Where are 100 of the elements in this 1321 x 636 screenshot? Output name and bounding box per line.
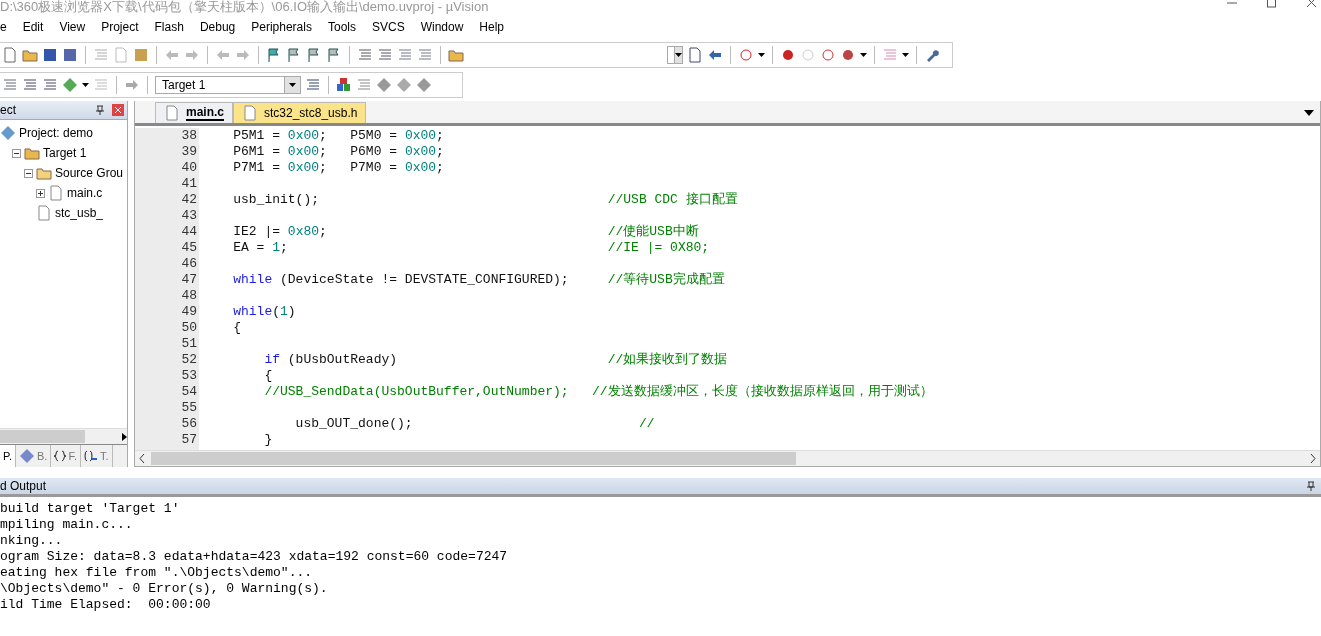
line-number: 50 — [180, 320, 197, 336]
minimize-icon[interactable] — [1227, 0, 1237, 6]
expand-icon[interactable] — [36, 188, 45, 198]
tree-item[interactable]: Project: demo — [19, 126, 94, 140]
line-number: 57 — [180, 432, 197, 448]
menu-item[interactable]: Peripherals — [243, 20, 320, 34]
line-number: 43 — [180, 208, 197, 224]
window-title: D:\360极速浏览器X下载\代码包（擎天柱版本）\06.IO输入输出\demo.uvproj - µVision — [0, 0, 489, 14]
tree-item[interactable]: stc_usb_ — [55, 206, 104, 220]
code-line: P6M1 = 0x00; P6M0 = 0x00; — [232, 144, 445, 160]
menu-item[interactable]: Debug — [191, 20, 244, 34]
boxes-icon[interactable] — [336, 77, 352, 93]
panel-title: ect — [0, 103, 16, 117]
search-combo[interactable] — [667, 46, 683, 64]
line-number: 46 — [180, 256, 197, 272]
code-line: while (DeviceState != DEVSTATE_CONFIGURED); //等待USB完成配置 — [232, 272, 726, 288]
line-number: 41 — [180, 176, 197, 192]
panel-tab[interactable]: B. — [16, 445, 52, 467]
file-icon[interactable] — [164, 105, 180, 121]
line-number: 39 — [180, 144, 197, 160]
diamond-icon[interactable] — [376, 77, 392, 93]
copy-icon[interactable] — [113, 47, 129, 63]
output-line: ild Time Elapsed: 00:00:00 — [0, 597, 212, 613]
editor-tab[interactable]: stc32_stc8_usb.h — [233, 102, 367, 123]
horizontal-scrollbar[interactable] — [0, 428, 127, 444]
outdent-icon[interactable] — [377, 47, 393, 63]
forward-arrow-icon[interactable] — [235, 47, 251, 63]
file-icon[interactable] — [242, 105, 258, 121]
file-icon[interactable] — [36, 205, 52, 221]
code-line: //USB_SendData(UsbOutBuffer,OutNumber); //发送数据缓冲区，长度（接收数据原样返回，用于测试） — [263, 384, 934, 400]
flag-icon[interactable] — [326, 47, 342, 63]
pin-icon[interactable] — [1307, 481, 1315, 491]
collapse-icon[interactable] — [24, 168, 33, 178]
line-number: 48 — [180, 288, 197, 304]
line-number: 54 — [180, 384, 197, 400]
caret-icon — [902, 53, 909, 57]
pin-icon[interactable] — [96, 105, 104, 115]
output-line: mpiling main.c... — [0, 517, 134, 533]
line-number: 45 — [180, 240, 197, 256]
menu-item[interactable]: Help — [471, 20, 513, 34]
code-line: if (bUsbOutReady) //如果接收到了数据 — [263, 352, 729, 368]
code-line: usb_init(); //USB CDC 接口配置 — [232, 192, 739, 208]
collapse-icon[interactable] — [12, 148, 21, 158]
diamond-icon[interactable] — [396, 77, 412, 93]
diamond-icon[interactable] — [416, 77, 432, 93]
menu-item[interactable]: View — [51, 20, 94, 34]
open-folder-icon[interactable] — [22, 47, 38, 63]
code-line: while(1) — [232, 304, 297, 320]
close-icon — [115, 107, 121, 113]
output-line: eating hex file from ".\Objects\demo"... — [0, 565, 314, 581]
redo-icon[interactable] — [184, 47, 200, 63]
panel-tab[interactable]: T. — [80, 445, 113, 467]
menu-item[interactable]: Window — [412, 20, 472, 34]
line-number: 49 — [180, 304, 197, 320]
tree-item[interactable]: Source Grou — [55, 166, 124, 180]
flag-icon[interactable] — [306, 47, 322, 63]
breakpoint-icon[interactable] — [780, 47, 796, 63]
output-line: nking... — [0, 533, 64, 549]
close-button[interactable] — [112, 104, 124, 116]
restore-icon[interactable] — [1267, 0, 1277, 8]
tree-item[interactable]: main.c — [67, 186, 103, 200]
breakpoint-icon[interactable] — [820, 47, 836, 63]
panel-title: d Output — [0, 479, 47, 493]
code-line: usb_OUT_done(); // — [294, 416, 656, 432]
menu-item[interactable]: e — [0, 20, 15, 34]
menu-item[interactable]: Tools — [319, 20, 364, 34]
panel-tab[interactable]: P. — [0, 445, 16, 467]
right-arrow-icon[interactable] — [122, 432, 127, 441]
tree-item[interactable]: Target 1 — [43, 146, 87, 160]
close-icon[interactable] — [1307, 0, 1317, 8]
line-number: 38 — [180, 128, 197, 144]
line-number: 40 — [180, 160, 197, 176]
indent-icon[interactable] — [357, 47, 373, 63]
flag-icon[interactable] — [286, 47, 302, 63]
document-icon[interactable] — [687, 47, 703, 63]
menu-item[interactable]: Flash — [146, 20, 192, 34]
code-line: P5M1 = 0x00; P5M0 = 0x00; — [232, 128, 445, 144]
caret-icon — [860, 53, 867, 57]
code-line: EA = 1; //IE |= 0X80; — [232, 240, 711, 256]
line-number: 56 — [180, 416, 197, 432]
caret-icon — [289, 83, 296, 87]
target-select[interactable]: Target 1 — [155, 76, 301, 94]
caret-icon[interactable] — [1304, 110, 1314, 116]
horizontal-scrollbar[interactable] — [135, 450, 1320, 466]
code-line: P7M1 = 0x00; P7M0 = 0x00; — [232, 160, 445, 176]
braces-icon — [54, 450, 67, 462]
caret-icon — [82, 83, 89, 87]
line-number: 44 — [180, 224, 197, 240]
line-number: 42 — [180, 192, 197, 208]
panel-tab[interactable]: F. — [51, 445, 81, 467]
editor-tab[interactable]: main.c — [155, 102, 233, 123]
line-number: 53 — [180, 368, 197, 384]
flag-icon[interactable] — [266, 47, 282, 63]
breakpoint-icon[interactable] — [840, 47, 856, 63]
menu-item[interactable]: Project — [93, 20, 147, 34]
code-line: { — [263, 368, 274, 384]
output-line: ogram Size: data=8.3 edata+hdata=423 xdata=192 const=60 code=7247 — [0, 549, 509, 565]
new-file-icon[interactable] — [2, 47, 18, 63]
menu-item[interactable]: SVCS — [363, 20, 413, 34]
menu-item[interactable]: Edit — [14, 20, 52, 34]
